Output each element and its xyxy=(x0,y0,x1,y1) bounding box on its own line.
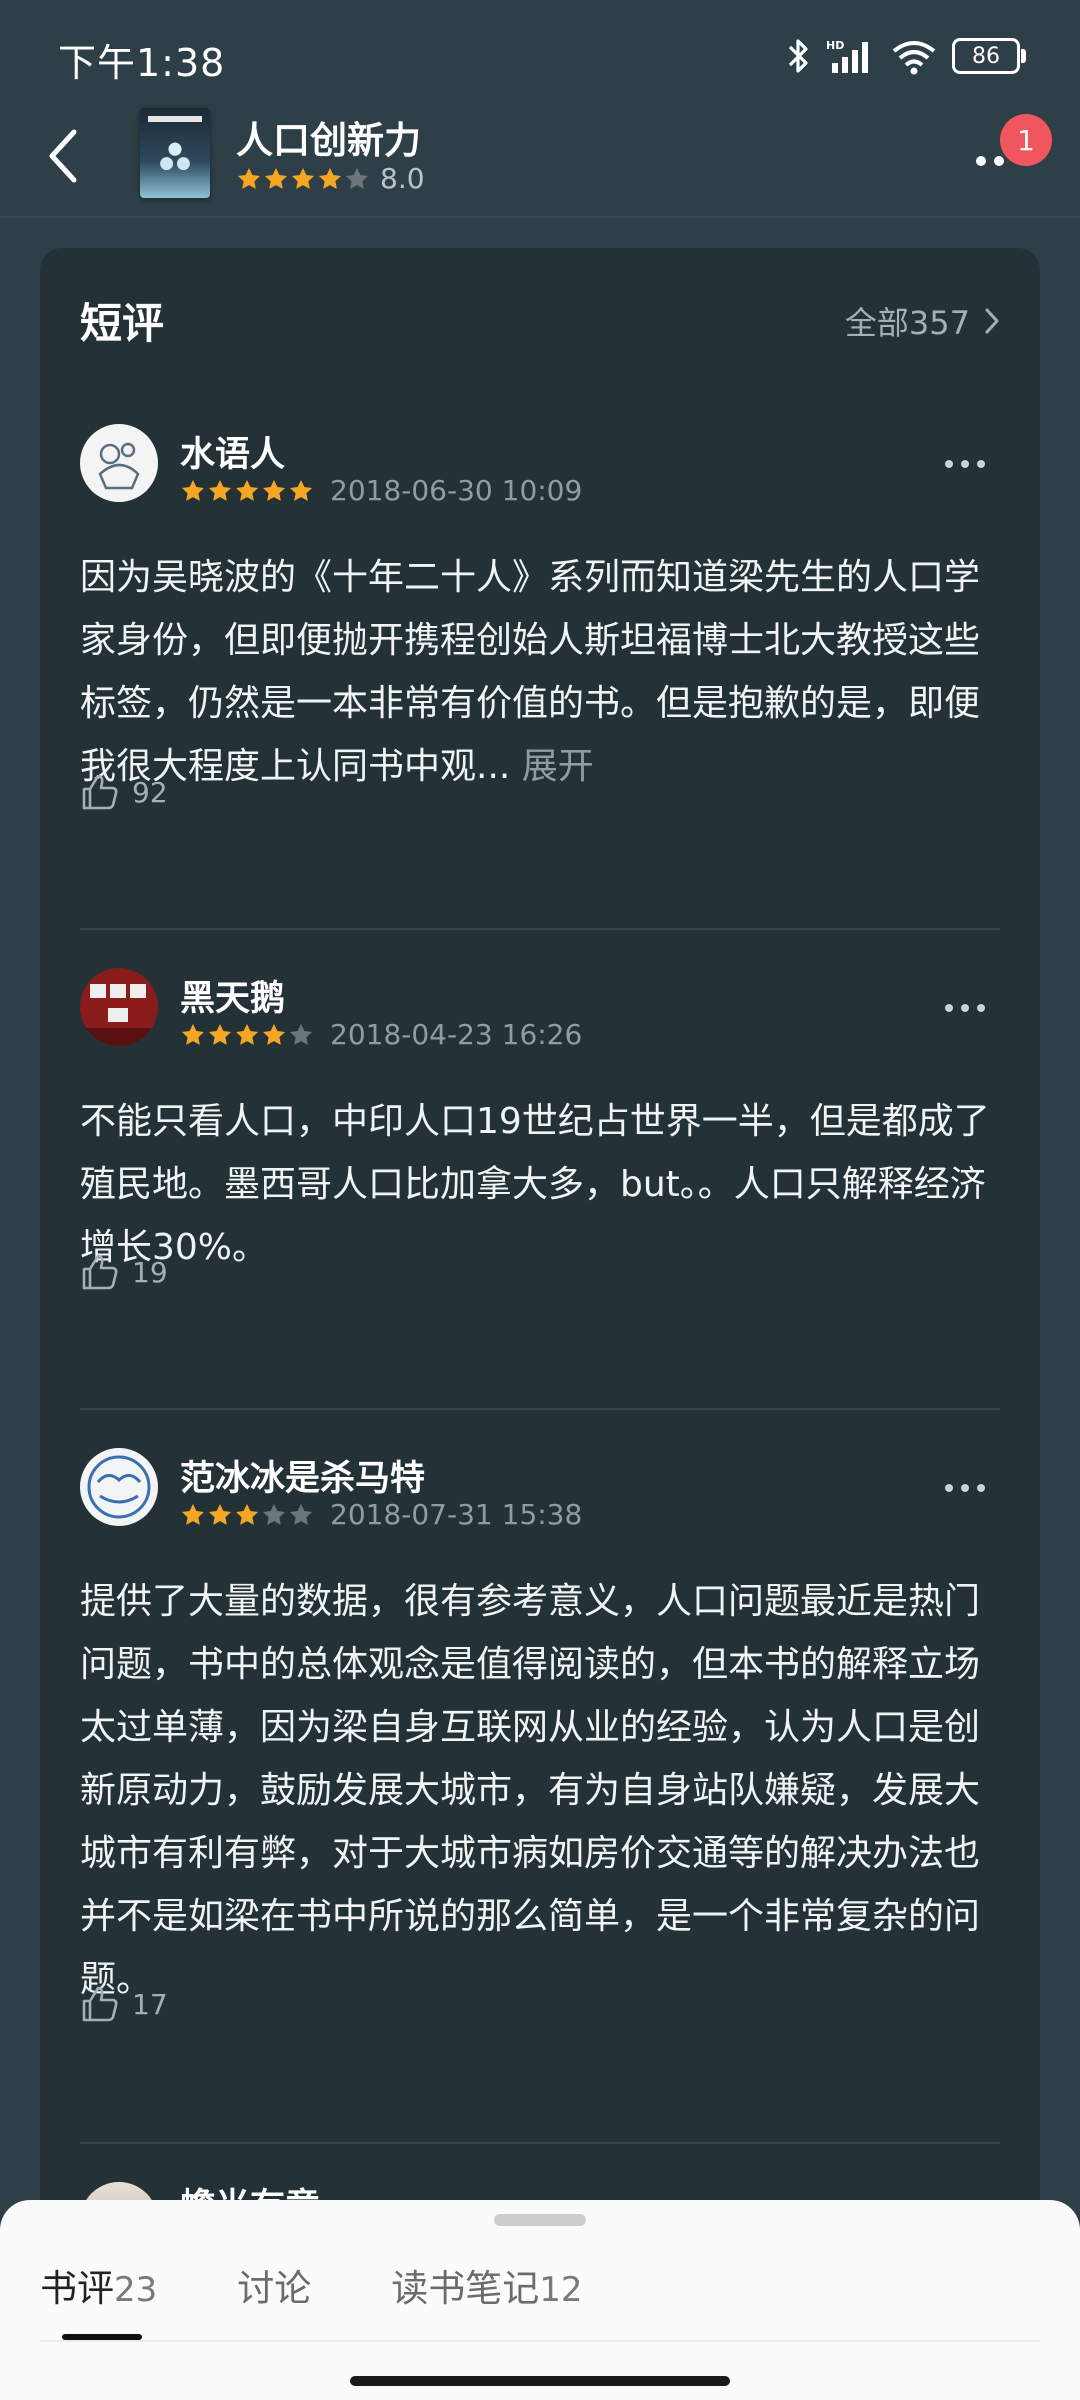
star-empty-icon xyxy=(262,1503,286,1525)
review-stars xyxy=(180,1502,314,1528)
star-empty-icon xyxy=(289,1503,313,1525)
section-title: 短评 xyxy=(80,299,165,348)
star-filled-icon xyxy=(318,167,342,189)
star-filled-icon xyxy=(262,479,286,501)
like-button[interactable]: 92 xyxy=(80,772,168,812)
star-filled-icon xyxy=(291,167,315,189)
battery-indicator: 86 xyxy=(952,38,1026,74)
chevron-left-icon xyxy=(49,129,77,183)
like-button[interactable]: 19 xyxy=(80,1252,168,1292)
tab-reading-notes[interactable]: 读书笔记12 xyxy=(391,2258,582,2312)
like-count: 19 xyxy=(132,1255,168,1289)
star-filled-icon xyxy=(289,479,313,501)
review-more-button[interactable] xyxy=(930,444,1000,484)
review-date: 2018-06-30 10:09 xyxy=(330,474,583,507)
bottom-tabs: 书评23 讨论 读书笔记12 xyxy=(40,2258,663,2312)
thumbs-up-icon xyxy=(82,1254,118,1290)
sheet-drag-handle[interactable] xyxy=(494,2214,586,2226)
book-rating: 8.0 xyxy=(236,162,425,195)
review-divider xyxy=(80,928,1000,930)
star-filled-icon xyxy=(181,1023,205,1045)
star-filled-icon xyxy=(181,1503,205,1525)
status-icons: HD 86 xyxy=(786,34,1026,78)
star-filled-icon xyxy=(208,479,232,501)
user-name[interactable]: 黑天鹅 xyxy=(180,970,285,1021)
rating-stars xyxy=(236,166,370,192)
user-name[interactable]: 范冰冰是杀马特 xyxy=(180,1450,425,1501)
thumbs-up-icon xyxy=(82,1986,118,2022)
review-date: 2018-07-31 15:38 xyxy=(330,1498,583,1531)
back-button[interactable] xyxy=(34,124,94,188)
review-more-button[interactable] xyxy=(930,988,1000,1028)
like-count: 17 xyxy=(132,1987,168,2021)
status-bar: 下午1:38 HD 86 xyxy=(0,0,1080,110)
review-stars xyxy=(180,478,314,504)
review-text[interactable]: 提供了大量的数据，很有参考意义，人口问题最近是热门问题，书中的总体观念是值得阅读… xyxy=(80,1570,1000,2011)
bluetooth-icon xyxy=(788,39,808,73)
review-divider xyxy=(80,1408,1000,1410)
notification-badge[interactable]: 1 xyxy=(1000,114,1052,166)
like-count: 92 xyxy=(132,775,168,809)
rating-score: 8.0 xyxy=(380,162,425,195)
sheet-divider xyxy=(40,2340,1040,2342)
header-divider xyxy=(0,216,1080,218)
review-text[interactable]: 因为吴晓波的《十年二十人》系列而知道梁先生的人口学家身份，但即便抛开携程创始人斯… xyxy=(80,546,1000,798)
thumbs-up-icon xyxy=(82,774,118,810)
dot-icon xyxy=(976,156,986,166)
signal-icon: HD xyxy=(826,39,868,73)
book-cover-image[interactable] xyxy=(140,108,210,198)
nav-bar: 人口创新力 8.0 1 xyxy=(0,100,1080,210)
review-meta: 2018-04-23 16:26 xyxy=(180,1018,582,1051)
svg-text:HD: HD xyxy=(826,39,844,52)
star-filled-icon xyxy=(264,167,288,189)
book-title[interactable]: 人口创新力 xyxy=(236,110,421,164)
tab-discussion[interactable]: 讨论 xyxy=(237,2258,311,2312)
star-filled-icon xyxy=(208,1503,232,1525)
home-indicator[interactable] xyxy=(350,2376,730,2386)
star-empty-icon xyxy=(345,167,369,189)
short-review-card: 短评 全部357 水语人 2018-06-30 10:09 因为吴晓波的《十年二… xyxy=(40,248,1040,2248)
status-time: 下午1:38 xyxy=(58,41,226,85)
review-stars xyxy=(180,1022,314,1048)
view-all-label: 全部357 xyxy=(844,304,970,342)
review-text[interactable]: 不能只看人口，中印人口19世纪占世界一半，但是都成了殖民地。墨西哥人口比加拿大多… xyxy=(80,1090,1000,1279)
tab-book-reviews[interactable]: 书评23 xyxy=(40,2258,157,2312)
star-filled-icon xyxy=(235,1023,259,1045)
review-meta: 2018-06-30 10:09 xyxy=(180,474,582,507)
review-date: 2018-04-23 16:26 xyxy=(330,1018,583,1051)
chevron-right-icon xyxy=(985,308,999,334)
view-all-link[interactable]: 全部357 xyxy=(845,298,1000,344)
avatar[interactable] xyxy=(80,968,158,1046)
avatar[interactable] xyxy=(80,424,158,502)
like-button[interactable]: 17 xyxy=(80,1984,168,2024)
expand-link[interactable]: 展开 xyxy=(522,746,594,787)
bottom-sheet[interactable]: 书评23 讨论 读书笔记12 xyxy=(0,2200,1080,2400)
star-filled-icon xyxy=(237,167,261,189)
dot-icon xyxy=(994,156,1004,166)
star-filled-icon xyxy=(208,1023,232,1045)
star-filled-icon xyxy=(262,1023,286,1045)
wifi-icon xyxy=(892,41,936,75)
star-empty-icon xyxy=(289,1023,313,1045)
review-divider xyxy=(80,2142,1000,2144)
star-filled-icon xyxy=(181,479,205,501)
star-filled-icon xyxy=(235,479,259,501)
review-more-button[interactable] xyxy=(930,1468,1000,1508)
star-filled-icon xyxy=(235,1503,259,1525)
review-meta: 2018-07-31 15:38 xyxy=(180,1498,582,1531)
user-name[interactable]: 水语人 xyxy=(180,426,285,477)
avatar[interactable] xyxy=(80,1448,158,1526)
